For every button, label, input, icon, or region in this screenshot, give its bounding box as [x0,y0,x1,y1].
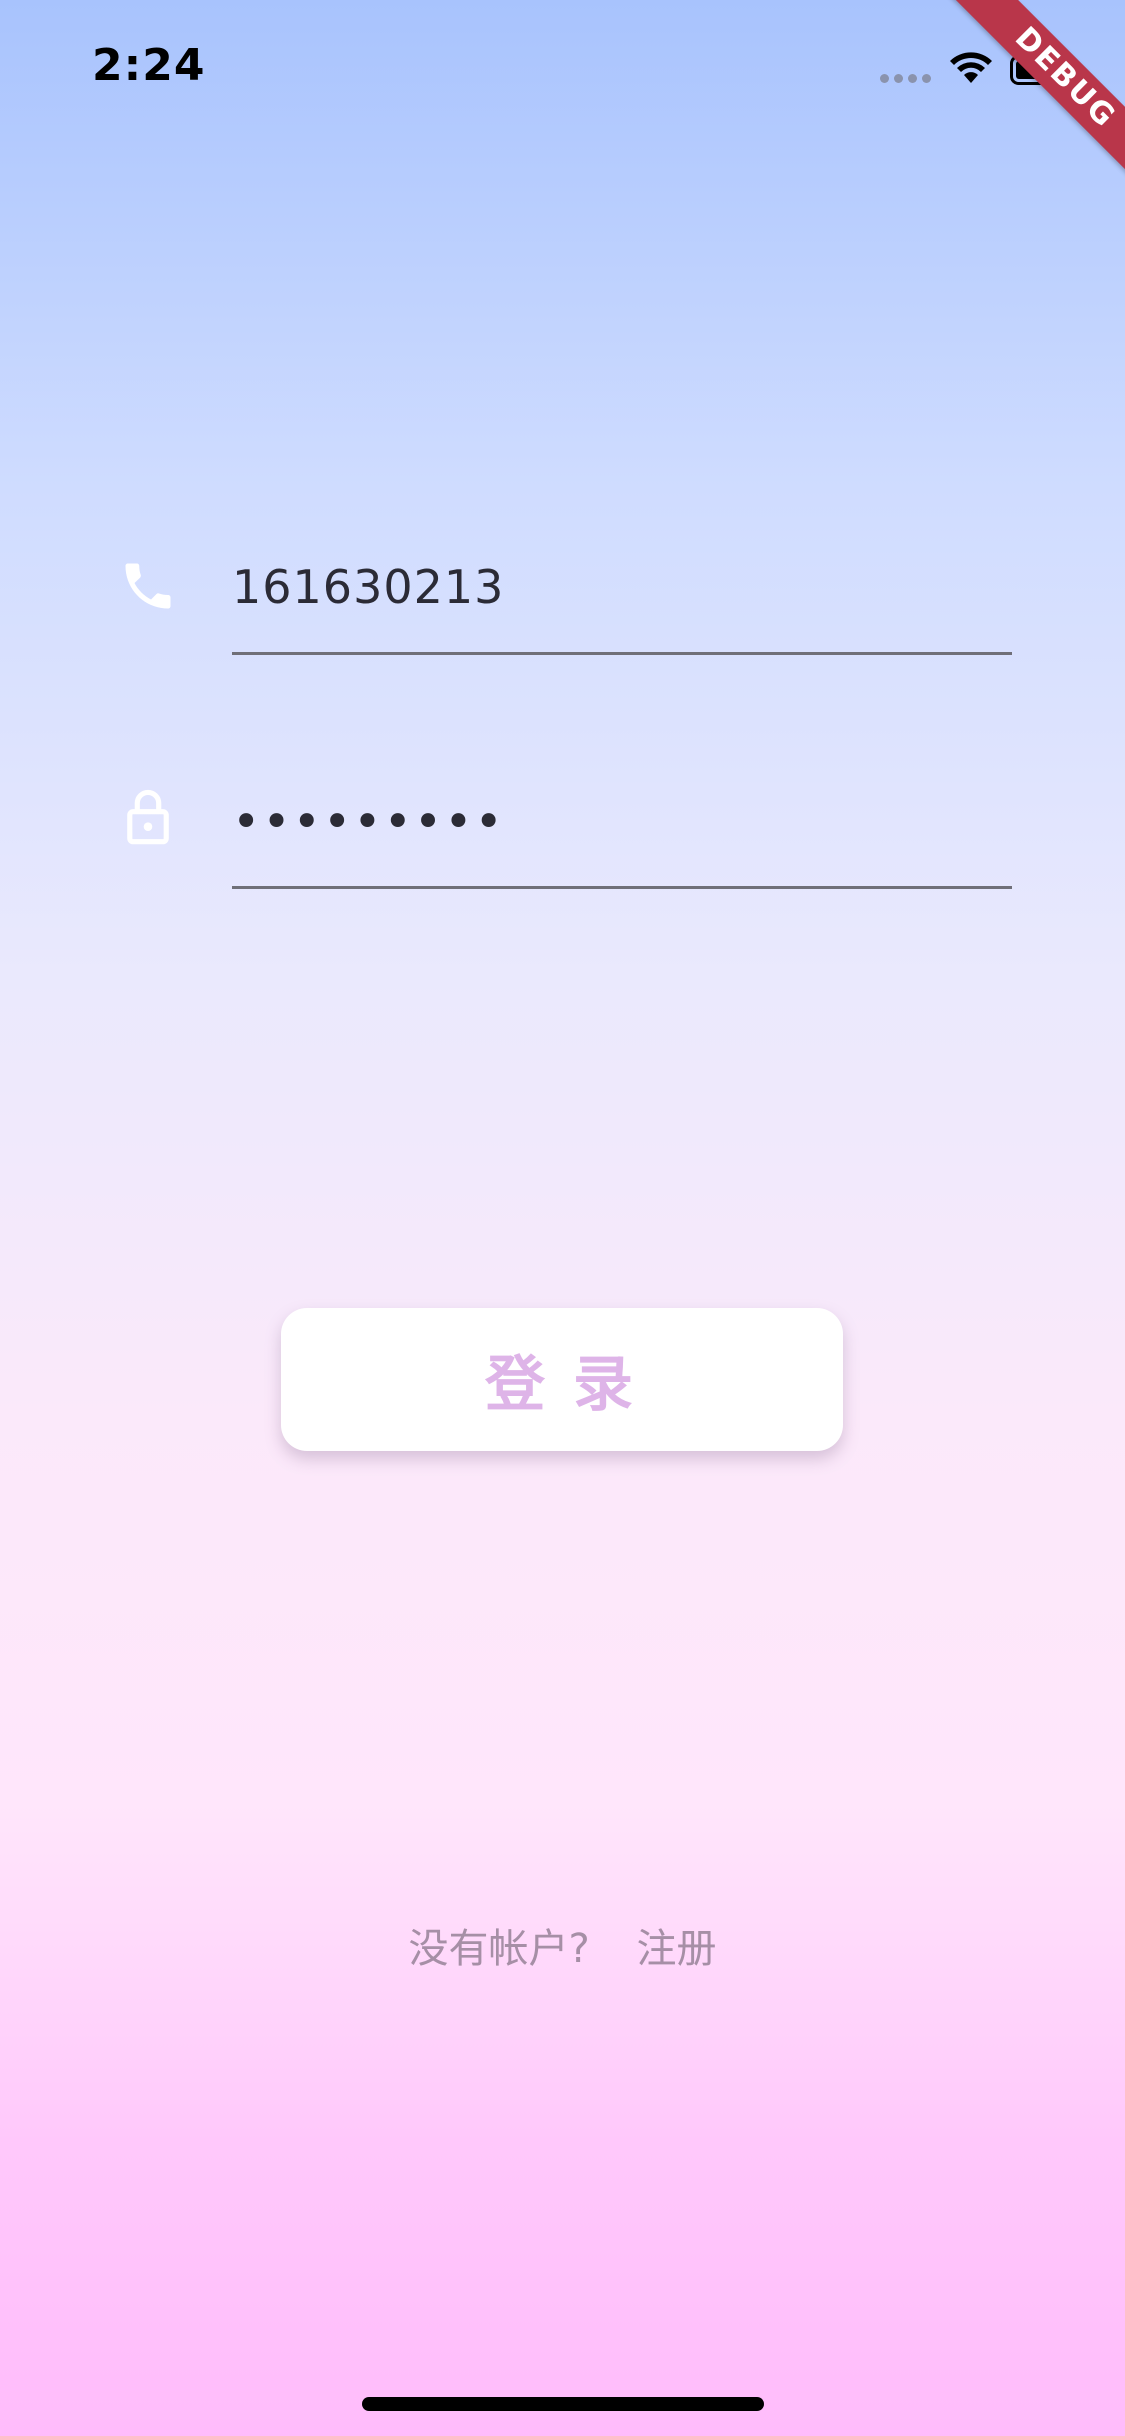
password-input[interactable]: ••••••••• [232,794,505,850]
lock-icon [127,789,169,845]
register-row: 没有帐户? 注册 [0,1916,1125,1974]
debug-banner-label: DEBUG [943,0,1125,200]
register-link[interactable]: 注册 [636,1916,716,1974]
login-button[interactable]: 登录 [281,1308,843,1451]
phone-field[interactable]: 161630213 [0,540,1125,660]
phone-input-underline [232,652,1012,655]
password-field[interactable]: ••••••••• [0,776,1125,896]
debug-banner: DEBUG [925,0,1125,200]
phone-input[interactable]: 161630213 [232,560,504,614]
phone-icon [125,563,171,609]
home-indicator[interactable] [362,2397,764,2411]
cellular-signal-icon [880,74,931,83]
no-account-prompt: 没有帐户? [408,1926,590,1972]
status-time: 2:24 [92,40,206,91]
password-input-underline [232,886,1012,889]
